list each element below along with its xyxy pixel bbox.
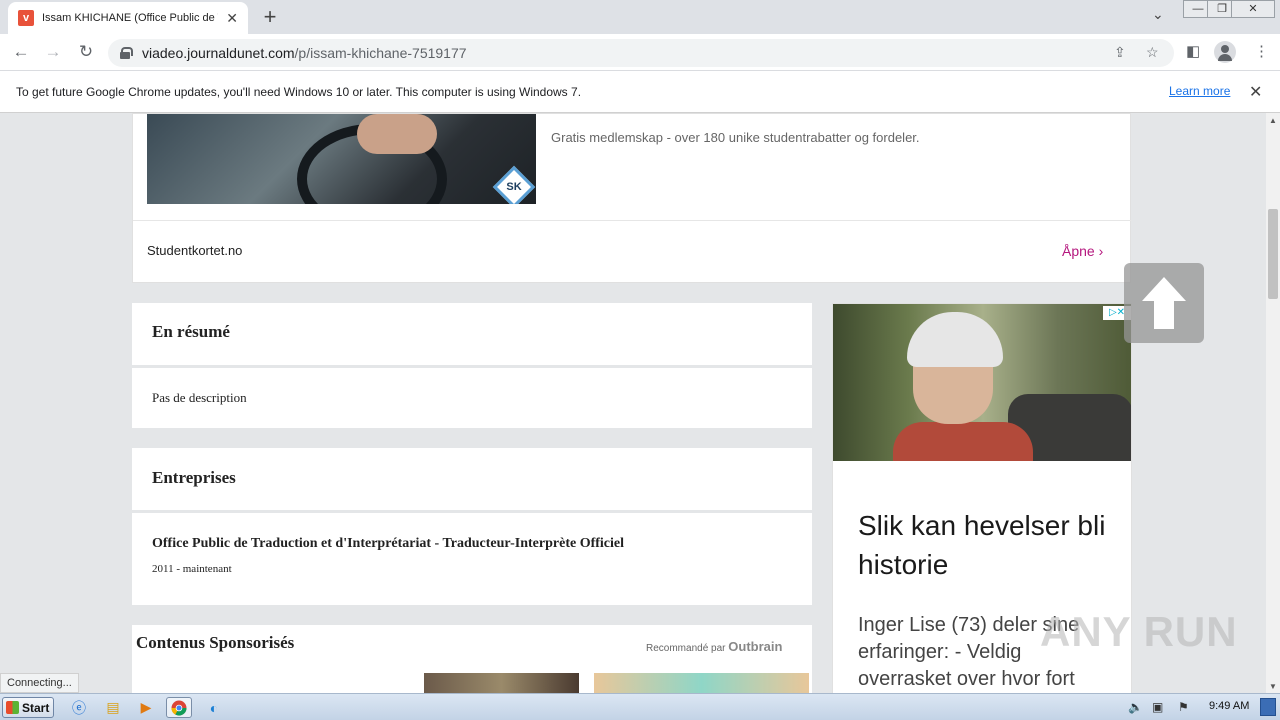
close-tab-icon[interactable]: ✕ — [226, 10, 238, 27]
ad-image[interactable]: SK — [147, 114, 536, 204]
page-viewport: SK Gratis medlemskap - over 180 unike st… — [0, 113, 1266, 693]
action-center-flag-icon[interactable]: ⚑ — [1178, 700, 1189, 714]
entreprises-heading: Entreprises — [152, 468, 236, 487]
show-desktop-button[interactable] — [1260, 698, 1276, 716]
browser-tab[interactable]: v Issam KHICHANE (Office Public de Tr ✕ — [8, 2, 248, 34]
ad-photo[interactable] — [833, 304, 1131, 461]
ad-open-link[interactable]: Åpne › — [1062, 243, 1103, 259]
volume-icon[interactable]: 🔈 — [1128, 700, 1143, 714]
chrome-icon[interactable] — [166, 697, 192, 718]
profile-avatar-icon[interactable] — [1214, 41, 1236, 63]
recommended-by-label: Recommandé par — [646, 643, 726, 654]
anyrun-watermark: ANY RUN — [1040, 608, 1238, 655]
bookmark-star-icon[interactable]: ☆ — [1146, 44, 1159, 61]
page-scrollbar[interactable]: ▲ ▼ — [1266, 113, 1280, 693]
url-text[interactable]: viadeo.journaldunet.com/p/issam-khichane… — [142, 45, 467, 61]
url-path: /p/issam-khichane-7519177 — [294, 45, 467, 61]
chevron-right-icon: › — [1098, 243, 1104, 259]
sponsored-heading: Contenus Sponsorisés — [136, 633, 295, 652]
tab-search-chevron-icon[interactable]: ⌄ — [1152, 6, 1164, 23]
studentkortet-logo-icon: SK — [492, 165, 536, 204]
company-name[interactable]: Office Public de Traduction et d'Interpr… — [152, 536, 624, 552]
arrow-up-icon — [1142, 277, 1186, 329]
resume-header: En résumé — [132, 303, 812, 365]
lock-icon[interactable] — [120, 47, 133, 59]
resume-heading: En résumé — [152, 322, 230, 341]
update-infobar: To get future Google Chrome updates, you… — [0, 71, 1280, 113]
viadeo-favicon-icon: v — [18, 10, 34, 26]
start-button[interactable]: Start — [2, 697, 54, 718]
internet-explorer-icon[interactable]: ⓔ — [66, 697, 92, 718]
scrollbar-thumb[interactable] — [1268, 209, 1278, 299]
new-tab-button[interactable]: + — [258, 4, 282, 30]
resume-text: Pas de description — [152, 390, 247, 405]
chrome-logo-icon — [171, 700, 187, 716]
top-ad-card[interactable]: SK Gratis medlemskap - over 180 unike st… — [132, 113, 1132, 283]
url-domain: viadeo.journaldunet.com — [142, 45, 295, 61]
share-icon[interactable]: ⇪ — [1114, 44, 1126, 61]
file-explorer-icon[interactable]: ▤ — [100, 697, 126, 718]
outbrain-attribution[interactable]: Recommandé par Outbrain — [646, 639, 782, 654]
ad-description: Gratis medlemskap - over 180 unike stude… — [551, 130, 920, 145]
scroll-up-arrow-icon[interactable]: ▲ — [1269, 116, 1277, 125]
ad-open-label: Åpne — [1062, 243, 1095, 259]
address-bar[interactable]: viadeo.journaldunet.com/p/issam-khichane… — [108, 39, 1174, 67]
edge-icon[interactable]: ◐ — [201, 697, 227, 718]
resume-body: Pas de description — [132, 368, 812, 428]
ad-brand: Studentkortet.no — [147, 243, 243, 258]
windows-logo-icon — [6, 701, 19, 714]
hand-shape — [357, 114, 437, 154]
sponsored-content-block: Contenus Sponsorisés Recommandé par Outb… — [132, 625, 812, 693]
infobar-close-icon[interactable]: ✕ — [1249, 82, 1262, 102]
side-panel-icon[interactable]: ◧ — [1186, 42, 1200, 60]
learn-more-link[interactable]: Learn more — [1169, 84, 1230, 98]
forward-arrow-icon[interactable]: → — [42, 41, 64, 63]
ad-footer: Studentkortet.no Åpne › — [133, 220, 1132, 283]
sponsored-thumbnail[interactable] — [594, 673, 809, 693]
windows-taskbar: Start ⓔ ▤ ▶ ◐ 🔈 ▣ ⚑ 9:49 AM — [0, 693, 1280, 720]
media-player-icon[interactable]: ▶ — [133, 697, 159, 718]
shirt-shape — [893, 422, 1033, 461]
reload-icon[interactable]: ↻ — [75, 41, 97, 63]
tab-strip: v Issam KHICHANE (Office Public de Tr ✕ … — [0, 0, 1280, 34]
window-close-button[interactable]: ✕ — [1231, 0, 1275, 18]
infobar-message: To get future Google Chrome updates, you… — [16, 84, 582, 99]
side-ad-headline: Slik kan hevelser bli historie — [858, 510, 1106, 580]
back-arrow-icon[interactable]: ← — [10, 41, 32, 63]
tab-title: Issam KHICHANE (Office Public de Tr — [42, 12, 218, 24]
logo-text: SK — [506, 181, 522, 193]
browser-toolbar: ← → ↻ viadeo.journaldunet.com/p/issam-kh… — [0, 34, 1280, 71]
taskbar-clock[interactable]: 9:49 AM — [1209, 700, 1249, 712]
start-label: Start — [22, 700, 50, 715]
outbrain-logo: Outbrain — [728, 639, 783, 654]
scroll-to-top-button[interactable] — [1124, 263, 1204, 343]
sponsored-thumbnail[interactable] — [424, 673, 579, 693]
status-bubble: Connecting... — [0, 673, 79, 693]
menu-kebab-icon[interactable]: ⋮ — [1254, 42, 1269, 60]
hair-shape — [907, 312, 1003, 367]
company-period: 2011 - maintenant — [152, 563, 232, 575]
scroll-down-arrow-icon[interactable]: ▼ — [1269, 682, 1277, 691]
entreprises-header: Entreprises — [132, 448, 812, 510]
entreprise-item: Office Public de Traduction et d'Interpr… — [132, 513, 812, 605]
network-icon[interactable]: ▣ — [1152, 700, 1163, 714]
